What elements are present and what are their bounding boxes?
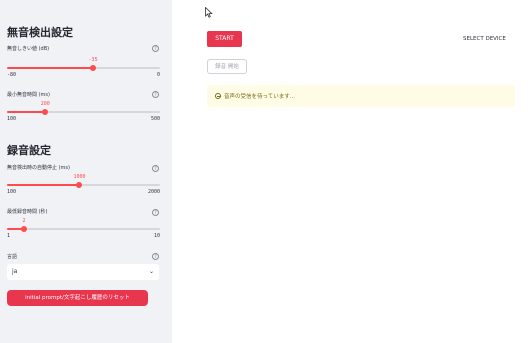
- select-device-button[interactable]: SELECT DEVICE: [463, 36, 506, 42]
- slider-track: [7, 228, 160, 230]
- slider-thumb[interactable]: [42, 109, 49, 115]
- reset-history-button[interactable]: initial prompt/文字起こし履歴のリセット: [7, 290, 148, 306]
- slider-max: 2000: [147, 189, 160, 195]
- min-record-label: 最低録音時間 (秒): [7, 209, 48, 215]
- slider-max: 0: [156, 72, 160, 78]
- slider-min: -80: [7, 72, 17, 78]
- slider-value: 1000: [73, 174, 86, 180]
- slider-fill: [7, 111, 46, 113]
- question-circle-icon[interactable]: ?: [152, 209, 159, 216]
- status-text: 音声の受信を待っています...: [224, 94, 295, 100]
- sidebar: 無音検出設定 無音しきい値 (dB) ? -35 -80 0 最小無音時間 (m…: [0, 0, 172, 343]
- language-label: 言語: [7, 254, 18, 260]
- threshold-label: 無音しきい値 (dB): [7, 46, 50, 52]
- slider-thumb[interactable]: [76, 182, 83, 188]
- min-silence-slider[interactable]: 200 100 500: [7, 101, 160, 123]
- auto-stop-label: 無音検出時の自動停止 (ms): [7, 165, 70, 171]
- language-selected-value: ja: [12, 268, 18, 275]
- min-silence-label: 最小無音時間 (ms): [7, 92, 50, 98]
- slider-thumb[interactable]: [90, 65, 97, 71]
- spinner-icon: [215, 93, 221, 99]
- slider-max: 10: [153, 233, 160, 239]
- slider-thumb[interactable]: [20, 226, 27, 232]
- chevron-down-icon: ⌄: [148, 268, 154, 275]
- slider-value: 200: [40, 101, 50, 107]
- language-select[interactable]: ja ⌄: [7, 264, 159, 280]
- slider-fill: [7, 67, 94, 69]
- question-circle-icon[interactable]: ?: [152, 253, 159, 260]
- record-section-title: 録音設定: [7, 144, 51, 157]
- question-circle-icon[interactable]: ?: [152, 165, 159, 172]
- slider-max: 500: [150, 116, 160, 122]
- record-start-button[interactable]: 録音 開始: [207, 59, 247, 74]
- slider-value: -35: [88, 57, 98, 63]
- auto-stop-slider[interactable]: 1000 100 2000: [7, 174, 160, 196]
- status-banner: 音声の受信を待っています...: [207, 85, 515, 107]
- silence-section-title: 無音検出設定: [7, 26, 73, 39]
- min-record-slider[interactable]: 2 1 10: [7, 218, 160, 240]
- question-circle-icon[interactable]: ?: [152, 91, 159, 98]
- slider-min: 100: [7, 189, 17, 195]
- slider-min: 1: [7, 233, 11, 239]
- slider-fill: [7, 184, 80, 186]
- start-button[interactable]: START: [207, 31, 242, 47]
- threshold-slider[interactable]: -35 -80 0: [7, 57, 160, 79]
- question-circle-icon[interactable]: ?: [152, 45, 159, 52]
- slider-value: 2: [22, 218, 26, 224]
- slider-min: 100: [7, 116, 17, 122]
